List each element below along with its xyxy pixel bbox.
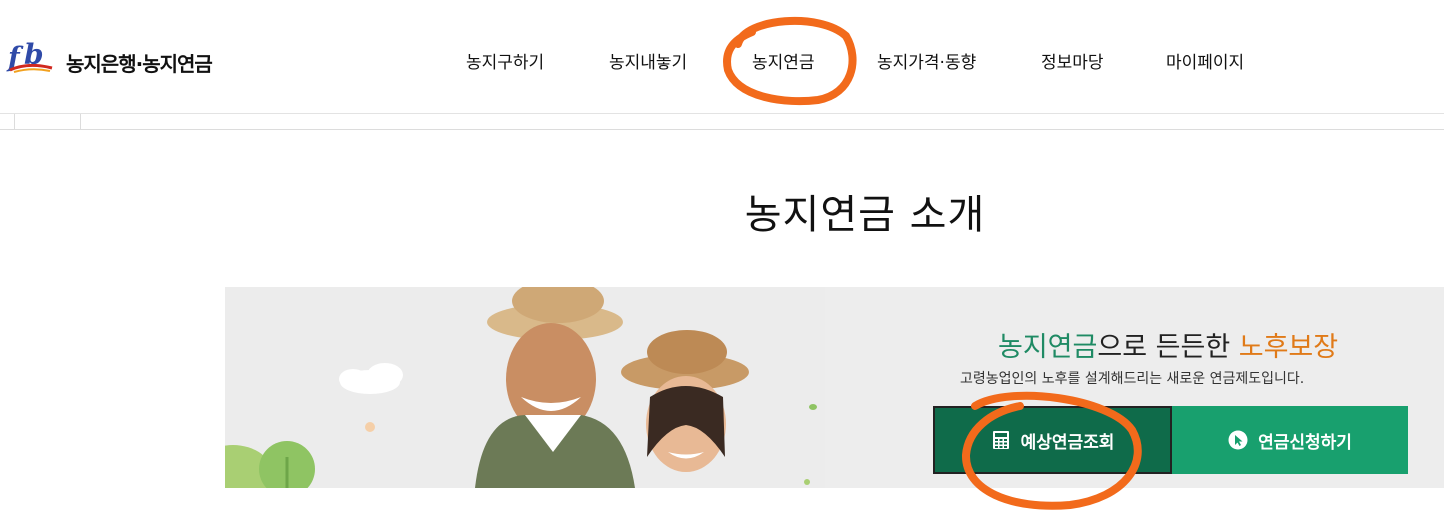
calculator-icon: [992, 431, 1009, 449]
divider: [80, 114, 81, 130]
sub-bar: [0, 114, 1444, 130]
nav-item-price-trends[interactable]: 농지가격·동향: [877, 48, 976, 73]
main-nav: 농지구하기 농지내놓기 농지연금 농지가격·동향 정보마당 마이페이지: [0, 48, 1444, 76]
header: fb 농지은행·농지연금 농지구하기 농지내놓기 농지연금 농지가격·동향 정보…: [0, 0, 1444, 114]
nav-item-find-farmland[interactable]: 농지구하기: [466, 48, 544, 73]
page: fb 농지은행·농지연금 농지구하기 농지내놓기 농지연금 농지가격·동향 정보…: [0, 0, 1444, 528]
estimate-pension-button[interactable]: 예상연금조회: [933, 406, 1172, 474]
nav-item-mypage[interactable]: 마이페이지: [1166, 48, 1244, 73]
estimate-pension-label: 예상연금조회: [1020, 432, 1115, 453]
apply-pension-label: 연금신청하기: [1258, 432, 1352, 453]
divider: [14, 114, 15, 130]
farmers-illustration: [225, 287, 825, 488]
pension-banner: 농지연금으로 든든한 노후보장 고령농업인의 노후를 설계해드리는 새로운 연금…: [225, 287, 1444, 488]
headline-retirement: 노후보장: [1238, 332, 1339, 363]
apply-pension-button[interactable]: 연금신청하기: [1172, 406, 1408, 474]
headline-middle: 으로 든든한: [1097, 332, 1239, 363]
cursor-icon: [1228, 430, 1248, 450]
nav-item-info[interactable]: 정보마당: [1041, 48, 1104, 73]
nav-item-farmland-pension[interactable]: 농지연금: [752, 48, 815, 73]
banner-subtitle: 고령농업인의 노후를 설계해드리는 새로운 연금제도입니다.: [960, 371, 1305, 387]
page-title: 농지연금 소개: [744, 192, 986, 238]
banner-headline: 농지연금으로 든든한 노후보장: [998, 325, 1358, 364]
headline-pension: 농지연금: [998, 332, 1098, 363]
nav-item-list-farmland[interactable]: 농지내놓기: [609, 48, 687, 73]
